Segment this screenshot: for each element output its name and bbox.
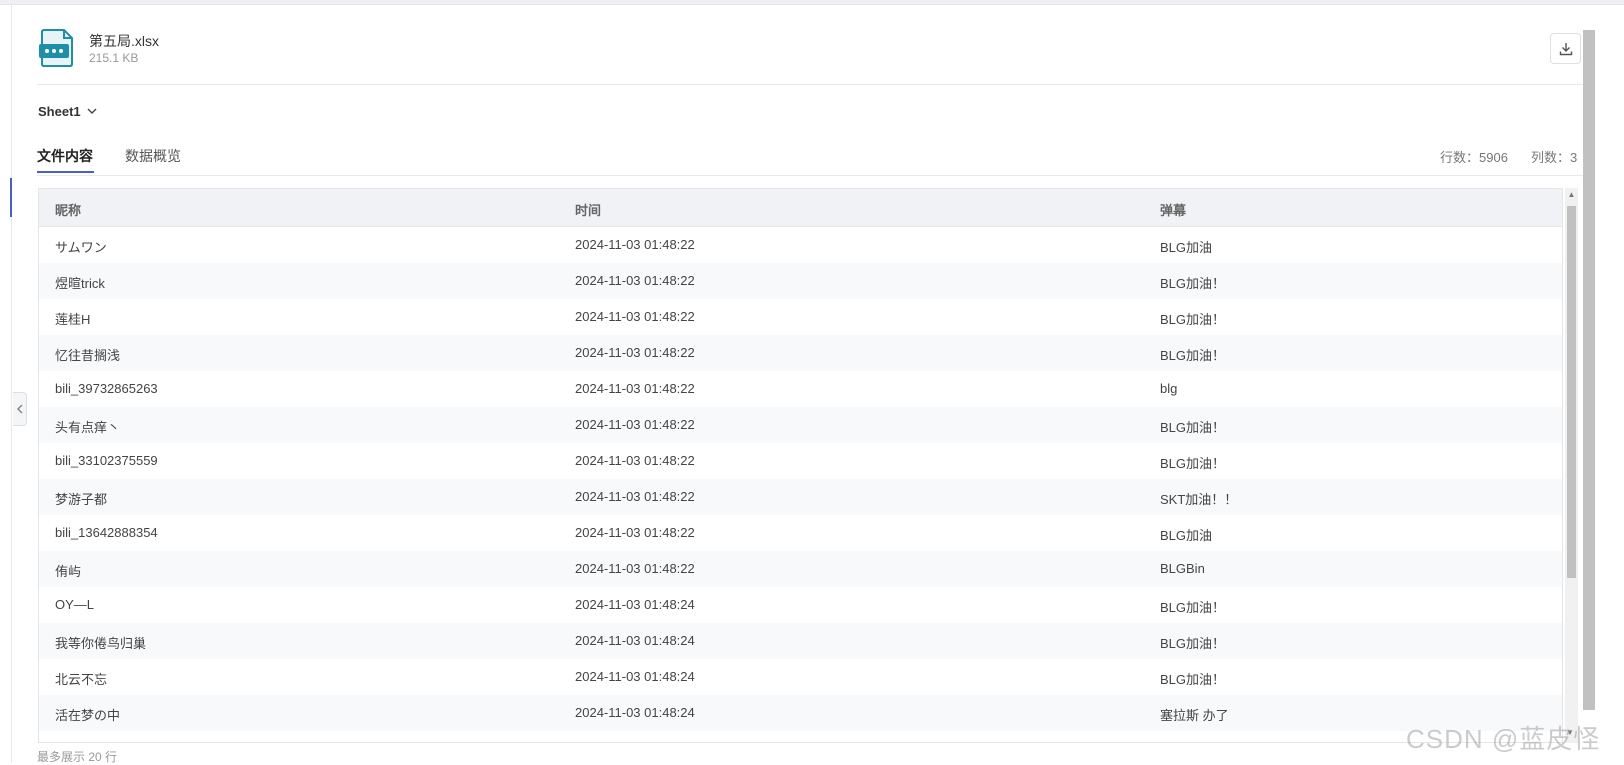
cell-time: 2024-11-03 01:48:22 [575,525,695,540]
cell-danmaku: BLG加油！ [1160,672,1226,687]
cell-time: 2024-11-03 01:48:24 [575,705,695,720]
table-row: 侑屿 2024-11-03 01:48:22 BLGBin [39,551,1562,587]
cell-time: 2024-11-03 01:48:22 [575,309,695,324]
table-row: 头有点痒丶 2024-11-03 01:48:22 BLG加油！ [39,407,1562,443]
cell-time: 2024-11-03 01:48:22 [575,237,695,252]
table-scrollbar-thumb[interactable] [1567,206,1576,578]
sheet-selector[interactable]: Sheet1 [38,104,97,119]
table-row: 我等你倦鸟归巢 2024-11-03 01:48:24 BLG加油！ [39,623,1562,659]
cell-nickname: 我等你倦鸟归巢 [55,636,147,651]
cell-danmaku: BLG加油！ [1160,420,1226,435]
cell-danmaku: BLG加油！ [1160,636,1226,651]
cell-nickname: 活在梦の中 [55,708,121,723]
left-nav-strip [0,5,12,763]
cell-nickname: bili_33102375559 [55,453,158,468]
cell-danmaku: BLG加油！ [1160,456,1226,471]
table-row: 活在梦の中 2024-11-03 01:48:24 塞拉斯 办了 [39,695,1562,731]
spreadsheet-file-icon [38,28,76,68]
cell-time: 2024-11-03 01:48:22 [575,489,695,504]
file-size: 215.1 KB [89,51,139,65]
download-icon [1559,42,1572,55]
top-border [0,0,1624,5]
tab-data-overview[interactable]: 数据概览 [125,146,181,166]
tab-active-indicator [37,171,94,173]
cell-nickname: 莲桂H [55,312,91,327]
sheet-selector-label: Sheet1 [38,104,81,119]
cell-danmaku: BLG加油 [1160,240,1213,255]
scroll-up-arrow-icon[interactable]: ▲ [1565,190,1578,204]
cell-nickname: 忆往昔搁浅 [55,348,121,363]
cell-danmaku: BLG加油！ [1160,312,1226,327]
table-row: 忆往昔搁浅 2024-11-03 01:48:22 BLG加油！ [39,335,1562,371]
table-row: 北云不忘 2024-11-03 01:48:24 BLG加油！ [39,659,1562,695]
tabs-divider [37,175,1587,176]
table-row: OY—L 2024-11-03 01:48:24 BLG加油！ [39,587,1562,623]
tab-file-content[interactable]: 文件内容 [37,146,93,166]
cell-danmaku: 塞拉斯 办了 [1160,708,1229,723]
cell-danmaku: BLG加油！ [1160,348,1226,363]
cell-nickname: OY—L [55,597,95,612]
cell-nickname: bili_39732865263 [55,381,158,396]
cell-danmaku: SKT加油！！ [1160,492,1238,507]
table-row: サムワン 2024-11-03 01:48:22 BLG加油 [39,227,1562,263]
column-header-nickname: 昵称 [55,203,82,218]
download-button[interactable] [1550,33,1581,64]
cell-time: 2024-11-03 01:48:22 [575,561,695,576]
watermark: CSDN @蓝皮怪 [1406,724,1601,754]
cell-danmaku: BLGBin [1160,561,1205,576]
cell-time: 2024-11-03 01:48:24 [575,597,695,612]
cell-time: 2024-11-03 01:48:24 [575,669,695,684]
table-header: 昵称 时间 弹幕 [39,189,1562,227]
cell-time: 2024-11-03 01:48:22 [575,381,695,396]
cell-time: 2024-11-03 01:48:22 [575,273,695,288]
footer-note: 最多展示 20 行 [37,750,118,764]
header-divider [37,84,1587,85]
cell-nickname: サムワン [55,240,107,255]
cell-nickname: 头有点痒丶 [55,420,121,435]
cell-nickname: bili_13642888354 [55,525,158,540]
file-name: 第五局.xlsx [89,33,159,49]
column-header-time: 时间 [575,203,602,218]
cell-danmaku: BLG加油！ [1160,600,1226,615]
cell-danmaku: blg [1160,381,1178,396]
cell-time: 2024-11-03 01:48:24 [575,633,695,648]
table-row: 梦游子都 2024-11-03 01:48:22 SKT加油！！ [39,479,1562,515]
cell-time: 2024-11-03 01:48:22 [575,453,695,468]
table-row: bili_33102375559 2024-11-03 01:48:22 BLG… [39,443,1562,479]
cell-time: 2024-11-03 01:48:22 [575,417,695,432]
row-count: 行数：5906 [1440,150,1508,165]
table-row: bili_13642888354 2024-11-03 01:48:22 BLG… [39,515,1562,551]
cell-nickname: 梦游子都 [55,492,108,507]
data-table: 昵称 时间 弹幕 サムワン 2024-11-03 01:48:22 BLG加油 … [38,188,1563,743]
page-scrollbar-thumb[interactable] [1583,30,1595,710]
cell-nickname: 煜暄trick [55,276,105,291]
column-count: 列数：3 [1531,150,1578,165]
chevron-down-icon [87,108,97,114]
cell-danmaku: BLG加油！ [1160,276,1226,291]
table-row: 莲桂H 2024-11-03 01:48:22 BLG加油！ [39,299,1562,335]
table-row: 煜暄trick 2024-11-03 01:48:22 BLG加油！ [39,263,1562,299]
chevron-left-icon [16,404,23,414]
left-nav-active-indicator [10,178,12,217]
collapse-panel-button[interactable] [13,392,27,426]
table-row: bili_39732865263 2024-11-03 01:48:22 blg [39,371,1562,407]
column-header-danmaku: 弹幕 [1160,203,1187,218]
cell-time: 2024-11-03 01:48:22 [575,345,695,360]
cell-nickname: 北云不忘 [55,672,108,687]
cell-danmaku: BLG加油 [1160,528,1213,543]
cell-nickname: 侑屿 [55,564,82,579]
